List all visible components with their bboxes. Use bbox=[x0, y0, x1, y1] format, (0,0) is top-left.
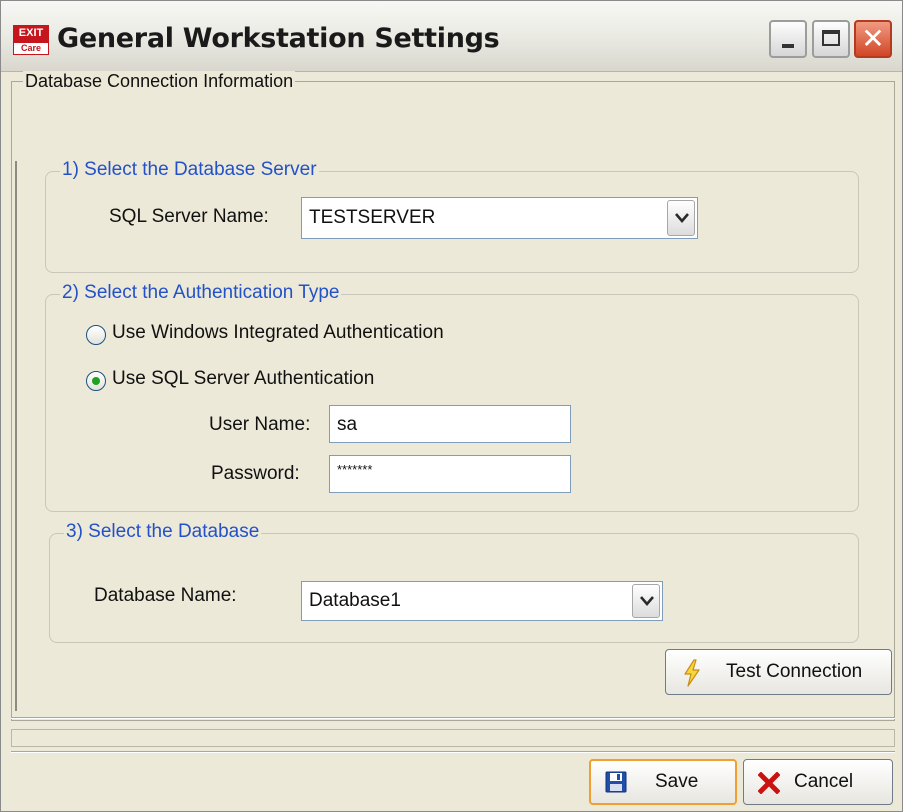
sql-server-name-combobox[interactable]: TESTSERVER bbox=[301, 197, 698, 239]
minimize-icon bbox=[782, 44, 794, 48]
database-dropdown-button[interactable] bbox=[632, 584, 660, 618]
sql-server-name-label: SQL Server Name: bbox=[109, 206, 269, 227]
password-value: ******* bbox=[337, 462, 373, 477]
database-name-label: Database Name: bbox=[94, 585, 237, 606]
sql-auth-label[interactable]: Use SQL Server Authentication bbox=[112, 368, 374, 390]
user-name-label: User Name: bbox=[209, 414, 311, 435]
user-name-input[interactable]: sa bbox=[329, 405, 571, 443]
minimize-button[interactable] bbox=[769, 20, 807, 58]
close-button[interactable]: ✕ bbox=[854, 20, 892, 58]
status-strip bbox=[11, 729, 895, 747]
maximize-icon bbox=[822, 30, 840, 46]
cancel-label: Cancel bbox=[794, 771, 854, 792]
sql-auth-radio[interactable] bbox=[86, 371, 106, 391]
user-name-value: sa bbox=[337, 414, 358, 435]
database-name-combobox[interactable]: Database1 bbox=[301, 581, 663, 621]
auth-group-legend: 2) Select the Authentication Type bbox=[60, 282, 342, 304]
sql-server-dropdown-button[interactable] bbox=[667, 200, 695, 236]
test-connection-button[interactable]: Test Connection bbox=[665, 649, 892, 695]
windows-auth-radio[interactable] bbox=[86, 325, 106, 345]
app-logo-icon: EXIT Care bbox=[13, 25, 49, 55]
database-connection-legend: Database Connection Information bbox=[23, 71, 296, 92]
radio-selected-dot bbox=[92, 377, 100, 385]
database-group-legend: 3) Select the Database bbox=[64, 521, 262, 543]
window-title: General Workstation Settings bbox=[57, 23, 500, 54]
maximize-button[interactable] bbox=[812, 20, 850, 58]
server-group-legend: 1) Select the Database Server bbox=[60, 159, 319, 181]
database-name-value: Database1 bbox=[309, 590, 401, 611]
close-icon: ✕ bbox=[861, 22, 885, 55]
chevron-down-icon bbox=[675, 213, 689, 223]
password-label: Password: bbox=[211, 463, 300, 484]
password-input[interactable]: ******* bbox=[329, 455, 571, 493]
floppy-disk-icon bbox=[605, 771, 627, 793]
left-divider bbox=[15, 161, 17, 711]
sql-server-name-value: TESTSERVER bbox=[309, 207, 436, 228]
lightning-icon bbox=[684, 659, 700, 687]
cancel-button[interactable]: Cancel bbox=[743, 759, 893, 805]
test-connection-label: Test Connection bbox=[726, 661, 863, 682]
save-label: Save bbox=[655, 771, 699, 792]
save-button[interactable]: Save bbox=[589, 759, 737, 805]
title-bar[interactable]: EXIT Care General Workstation Settings ✕ bbox=[1, 1, 902, 72]
windows-auth-label[interactable]: Use Windows Integrated Authentication bbox=[112, 322, 444, 344]
button-bar-separator bbox=[11, 751, 895, 753]
x-icon bbox=[758, 772, 780, 794]
bottom-separator bbox=[11, 717, 895, 719]
chevron-down-icon bbox=[640, 596, 654, 606]
settings-window: EXIT Care General Workstation Settings ✕… bbox=[0, 0, 903, 812]
